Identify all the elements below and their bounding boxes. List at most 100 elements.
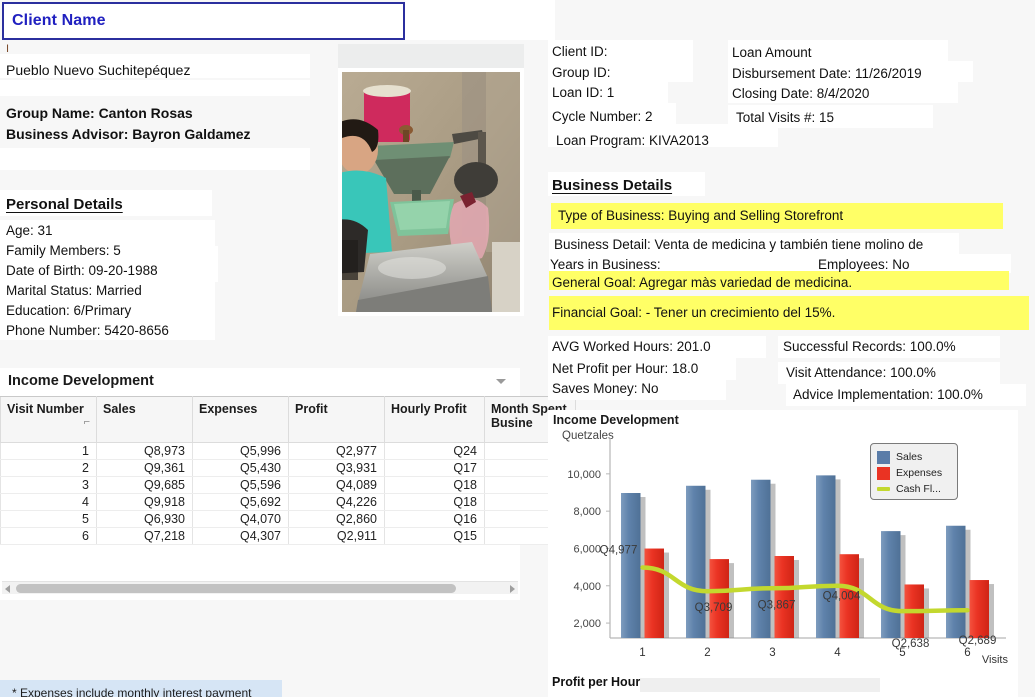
business-details-title: Business Details	[552, 177, 673, 194]
chart-x-tick-label: 3	[769, 647, 775, 659]
table-cell: Q18	[384, 476, 485, 494]
table-row[interactable]: 5 Q6,930 Q4,070 Q2,860 Q16	[0, 510, 576, 528]
income-development-chart-panel: Income Development Quetzales 2,0004,000	[548, 410, 1018, 670]
bar-sales[interactable]	[686, 485, 706, 638]
chart-x-tick-label: 2	[704, 647, 710, 659]
table-cell: Q5,692	[192, 493, 289, 511]
table-cell: Q5,430	[192, 459, 289, 477]
column-header-sales[interactable]: Sales	[96, 396, 193, 443]
chart-x-axis-label: Visits	[981, 654, 1008, 666]
income-development-table-title: Income Development	[8, 373, 154, 389]
personal-detail-dob: Date of Birth: 09-20-1988	[6, 263, 158, 278]
photo-top-spacer	[338, 44, 524, 70]
advice-implementation-label: Advice Implementation: 100.0%	[793, 387, 983, 402]
table-cell: Q9,361	[96, 459, 193, 477]
closing-date-label: Closing Date: 8/4/2020	[732, 86, 870, 101]
client-id-label: Client ID:	[552, 44, 608, 59]
avg-worked-hours-label: AVG Worked Hours: 201.0	[552, 339, 711, 354]
table-cell: 1	[0, 442, 97, 460]
column-header-visit-number[interactable]: Visit Number ⌐	[0, 396, 97, 443]
chart-data-label: Q3,867	[758, 599, 796, 611]
business-detail-label: Business Detail: Venta de medicina y tam…	[554, 237, 924, 252]
chart-data-label: Q4,004	[823, 591, 861, 603]
table-row[interactable]: 4 Q9,918 Q5,692 Q4,226 Q18	[0, 493, 576, 511]
client-name-field[interactable]: Client Name	[2, 2, 405, 40]
saves-money-label: Saves Money: No	[552, 381, 659, 396]
bar-expenses[interactable]	[774, 555, 795, 638]
employees-label: Employees: No	[818, 257, 910, 272]
scroll-right-icon[interactable]	[510, 585, 515, 593]
table-cell: Q5,596	[192, 476, 289, 494]
location-text: Pueblo Nuevo Suchitepéquez	[6, 62, 191, 78]
scroll-left-icon[interactable]	[5, 585, 10, 593]
type-of-business-label: Type of Business: Buying and Selling Sto…	[558, 208, 844, 223]
client-photo-frame	[338, 68, 524, 316]
bar-sales[interactable]	[881, 531, 901, 638]
table-cell: Q4,307	[192, 527, 289, 545]
total-visits-label: Total Visits #: 15	[736, 110, 835, 125]
business-advisor-label: Business Advisor: Bayron Galdamez	[6, 126, 251, 142]
visit-attendance-label: Visit Attendance: 100.0%	[786, 365, 936, 380]
chart-y-tick-label: 10,000	[567, 469, 601, 481]
bar-sales[interactable]	[946, 525, 966, 638]
table-cell: Q2,911	[288, 527, 385, 545]
table-cell: Q9,685	[96, 476, 193, 494]
legend-label-expenses: Expenses	[896, 467, 943, 479]
years-in-business-label: Years in Business:	[550, 257, 661, 272]
bar-sales[interactable]	[751, 479, 771, 638]
chart-data-label: Q2,689	[959, 635, 997, 647]
income-development-table-panel: Income Development Visit Number ⌐ Sales E…	[0, 368, 576, 600]
personal-detail-education: Education: 6/Primary	[6, 303, 132, 318]
table-cell: 5	[0, 510, 97, 528]
table-cell: Q8,973	[96, 442, 193, 460]
table-row[interactable]: 6 Q7,218 Q4,307 Q2,911 Q15	[0, 527, 576, 545]
column-header-hourly-profit[interactable]: Hourly Profit	[384, 396, 485, 443]
legend-item-expenses: Expenses	[877, 465, 951, 481]
chart-data-label: Q3,709	[695, 602, 733, 614]
table-cell: Q16	[384, 510, 485, 528]
legend-label-sales: Sales	[896, 451, 923, 463]
bar-sales[interactable]	[816, 475, 836, 638]
bar-expenses[interactable]	[644, 548, 665, 638]
table-cell: Q3,931	[288, 459, 385, 477]
net-profit-per-hour-label: Net Profit per Hour: 18.0	[552, 361, 699, 376]
personal-details-title: Personal Details	[6, 196, 123, 213]
table-cell: Q7,218	[96, 527, 193, 545]
chart-x-tick-label: 1	[639, 647, 645, 659]
table-cell: Q4,226	[288, 493, 385, 511]
column-header-profit[interactable]: Profit	[288, 396, 385, 443]
table-row[interactable]: 1 Q8,973 Q5,996 Q2,977 Q24	[0, 442, 576, 460]
profit-per-hour-spacer	[640, 678, 880, 692]
column-label-profit: Profit	[295, 402, 328, 416]
legend-swatch-sales	[877, 450, 890, 464]
table-cell: Q9,918	[96, 493, 193, 511]
header-white-strip	[405, 0, 555, 40]
legend-item-sales: Sales	[877, 449, 951, 465]
disbursement-date-label: Disbursement Date: 11/26/2019	[732, 66, 922, 81]
cycle-number-label: Cycle Number: 2	[552, 109, 653, 124]
bar-sales[interactable]	[621, 493, 641, 638]
table-cell: Q18	[384, 493, 485, 511]
legend-label-cash-flow: Cash Fl...	[896, 483, 941, 495]
left-column: I Pueblo Nuevo Suchitepéquez Group Name:…	[0, 40, 576, 697]
column-header-expenses[interactable]: Expenses	[192, 396, 289, 443]
loan-program-label: Loan Program: KIVA2013	[556, 133, 709, 148]
table-body: 1 Q8,973 Q5,996 Q2,977 Q24 2 Q9,361 Q5,430 Q3,93…	[0, 442, 576, 545]
table-cell: 4	[0, 493, 97, 511]
chart-data-label: Q4,977	[600, 545, 638, 557]
sort-indicator-icon[interactable]: ⌐	[84, 416, 90, 428]
table-cell: Q15	[384, 527, 485, 545]
table-horizontal-scrollbar[interactable]	[2, 581, 518, 594]
chart-y-tick-label: 6,000	[573, 543, 601, 555]
advisor-white-backing	[0, 148, 310, 170]
table-cell: 2	[0, 459, 97, 477]
scrollbar-thumb[interactable]	[16, 584, 456, 593]
table-row[interactable]: 2 Q9,361 Q5,430 Q3,931 Q17	[0, 459, 576, 477]
table-row[interactable]: 3 Q9,685 Q5,596 Q4,089 Q18	[0, 476, 576, 494]
chevron-down-icon[interactable]	[496, 379, 506, 384]
bar-expenses[interactable]	[969, 580, 990, 638]
bar-expenses[interactable]	[709, 559, 730, 638]
legend-swatch-expenses	[877, 466, 890, 480]
table-cell: Q2,860	[288, 510, 385, 528]
location-marker: I	[6, 43, 10, 55]
